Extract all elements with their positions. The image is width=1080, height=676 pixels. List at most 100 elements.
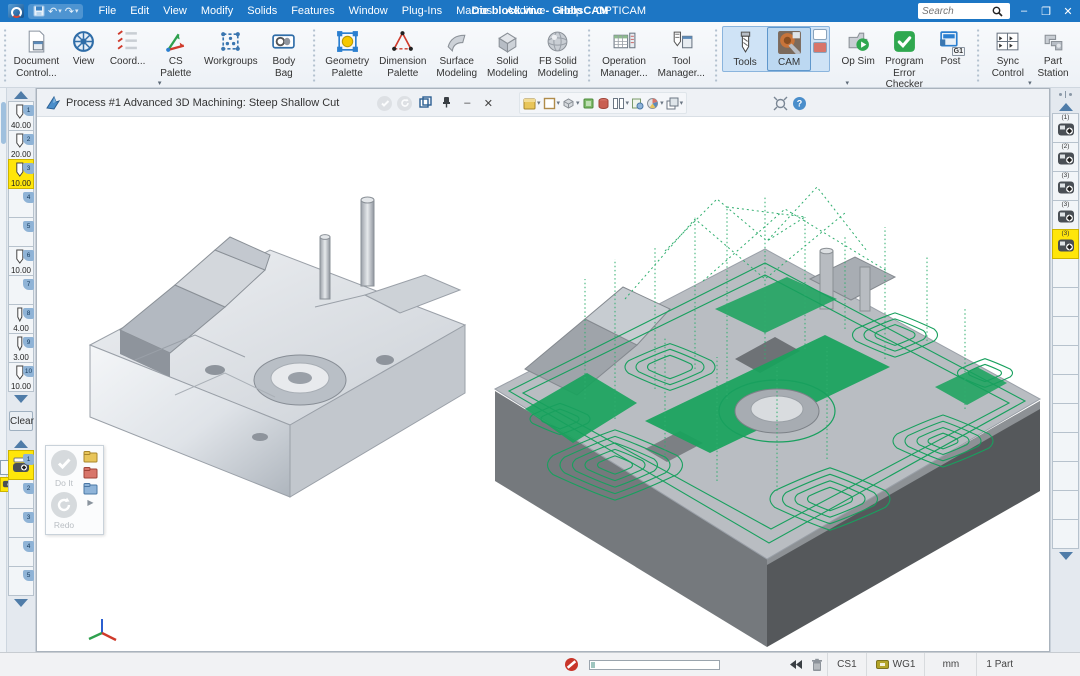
palette-dock-handle[interactable] — [1051, 88, 1080, 100]
cs-palette-button[interactable]: CS Palette — [150, 26, 202, 81]
palette-scroll-thumb[interactable] — [1, 102, 6, 144]
open-process-icon[interactable] — [83, 482, 98, 495]
op-slot-1[interactable]: (1) — [1052, 113, 1079, 143]
fb-solid-modeling-button[interactable]: FB Solid Modeling — [533, 26, 584, 81]
expand-arrow-icon[interactable]: ▶ — [87, 498, 93, 507]
palette-scroll-strip[interactable] — [0, 88, 7, 652]
tool-display-button[interactable] — [597, 97, 610, 110]
chevron-down-icon[interactable]: ▾ — [158, 79, 162, 87]
op-tile-5[interactable]: 5 — [8, 566, 34, 596]
dimension-palette-button[interactable]: Dimension Palette — [374, 26, 431, 81]
app-icon[interactable] — [8, 4, 24, 18]
viewport-canvas[interactable]: Do It Redo ▶ — [37, 117, 1049, 651]
operation-manager-button[interactable]: Operation Manager... — [595, 26, 652, 81]
ops-scroll-down-button[interactable] — [1051, 549, 1080, 562]
op-slot-empty[interactable] — [1052, 287, 1079, 317]
op-sim-button[interactable]: Op Sim ▾ — [836, 26, 880, 70]
render-palette-button[interactable]: ▾ — [646, 97, 664, 110]
op-slot-empty[interactable] — [1052, 519, 1079, 549]
undo-button[interactable]: ↶▾ — [48, 5, 62, 18]
cam-button[interactable]: CAM — [767, 27, 811, 71]
minimize-button[interactable]: – — [1016, 5, 1032, 17]
close-button[interactable]: ✕ — [1060, 5, 1076, 18]
body-bag-button[interactable]: Body Bag — [260, 26, 308, 81]
op-slot-empty[interactable] — [1052, 316, 1079, 346]
tool-tile-5[interactable]: 5 — [8, 217, 34, 247]
group-handle[interactable] — [312, 28, 316, 83]
window-layout-button[interactable]: ▾ — [666, 97, 684, 110]
duplicate-window-button[interactable] — [417, 96, 433, 111]
op-slot-empty[interactable] — [1052, 403, 1079, 433]
restore-button[interactable]: ❐ — [1038, 5, 1054, 18]
program-error-checker-button[interactable]: Program Error Checker — [880, 26, 928, 93]
cam-machine-mini-button[interactable] — [813, 42, 827, 53]
tool-tile-4[interactable]: 4 — [8, 188, 34, 218]
op-tile-2[interactable]: 2 — [8, 479, 34, 509]
op-tile-4[interactable]: 4 — [8, 537, 34, 567]
part-station-button[interactable]: Part Station ▾ — [1031, 26, 1075, 81]
tool-tile-8[interactable]: 8 4.00 — [8, 304, 34, 334]
tool-manager-button[interactable]: Tool Manager... — [653, 26, 710, 81]
workgroups-button[interactable]: Workgroups ▾ — [202, 26, 260, 70]
document-view-button[interactable] — [631, 97, 644, 110]
zoom-fit-button[interactable] — [773, 96, 788, 111]
menu-features[interactable]: Features — [284, 3, 341, 19]
shaded-view-button[interactable]: ▾ — [562, 97, 580, 110]
cs-indicator[interactable]: CS1 — [827, 653, 865, 676]
stock-display-button[interactable] — [582, 97, 595, 110]
menu-window[interactable]: Window — [342, 3, 395, 19]
group-handle[interactable] — [714, 28, 718, 83]
op-slot-empty[interactable] — [1052, 490, 1079, 520]
op-slot-empty[interactable] — [1052, 374, 1079, 404]
units-indicator[interactable]: mm — [924, 653, 976, 676]
pin-button[interactable] — [438, 96, 454, 111]
cam-doc-mini-button[interactable] — [813, 29, 827, 40]
load-process-icon[interactable] — [83, 450, 98, 463]
menu-file[interactable]: File — [91, 3, 123, 19]
rewind-markers-button[interactable] — [789, 659, 803, 670]
tool-tile-7[interactable]: 7 — [8, 275, 34, 305]
tools-button[interactable]: Tools — [723, 27, 767, 71]
post-button[interactable]: G1 Post — [928, 26, 972, 70]
op-slot-4[interactable]: (3) — [1052, 200, 1079, 230]
menu-solids[interactable]: Solids — [240, 3, 284, 19]
part-count-indicator[interactable]: 1 Part — [976, 653, 1046, 676]
op-slot-empty[interactable] — [1052, 258, 1079, 288]
delete-button[interactable] — [811, 658, 823, 672]
ops-scroll-up-button[interactable] — [1051, 100, 1080, 113]
op-slot-2[interactable]: (2) — [1052, 142, 1079, 172]
tool-tile-1[interactable]: 1 40.00 — [8, 101, 34, 131]
op-tile-3[interactable]: 3 — [8, 508, 34, 538]
op-slot-empty[interactable] — [1052, 345, 1079, 375]
op-slot-5-selected[interactable]: (3) — [1052, 229, 1079, 259]
workgroup-indicator[interactable]: WG1 — [866, 653, 925, 676]
save-button[interactable] — [33, 5, 45, 17]
process-window-header[interactable]: Process #1 Advanced 3D Machining: Steep … — [39, 91, 502, 115]
document-control-button[interactable]: Document Control... — [11, 26, 61, 81]
search-box[interactable] — [918, 3, 1010, 19]
view-button[interactable]: View — [62, 26, 106, 70]
tool-tile-10[interactable]: 10 10.00 — [8, 362, 34, 392]
tool-tile-3-selected[interactable]: 3 10.00 — [8, 159, 34, 189]
menu-plugins[interactable]: Plug-Ins — [395, 3, 449, 19]
op-palette-scroll-up-button[interactable] — [7, 437, 35, 450]
display-options-button[interactable]: ▾ — [523, 97, 541, 110]
tool-tile-9[interactable]: 9 3.00 — [8, 333, 34, 363]
group-handle[interactable] — [587, 28, 591, 83]
op-slot-3[interactable]: (3) — [1052, 171, 1079, 201]
tool-tile-2[interactable]: 2 20.00 — [8, 130, 34, 160]
tool-tile-6[interactable]: 6 10.00 — [8, 246, 34, 276]
sync-control-button[interactable]: Sync Control — [985, 26, 1031, 81]
op-tile-1-selected[interactable]: 1 — [8, 450, 34, 480]
surface-modeling-button[interactable]: Surface Modeling — [431, 26, 482, 81]
palette-scroll-up-button[interactable] — [7, 88, 35, 101]
help-button[interactable]: ? — [792, 96, 807, 111]
coordinate-systems-button[interactable]: Coord... ▾ — [106, 26, 150, 70]
redo-button[interactable]: ↷▾ — [65, 5, 79, 18]
menu-edit[interactable]: Edit — [123, 3, 156, 19]
menu-modify[interactable]: Modify — [194, 3, 240, 19]
geometry-palette-button[interactable]: Geometry Palette — [320, 26, 374, 81]
close-process-button[interactable]: ✕ — [480, 97, 496, 110]
group-handle[interactable] — [3, 28, 7, 83]
op-slot-empty[interactable] — [1052, 461, 1079, 491]
